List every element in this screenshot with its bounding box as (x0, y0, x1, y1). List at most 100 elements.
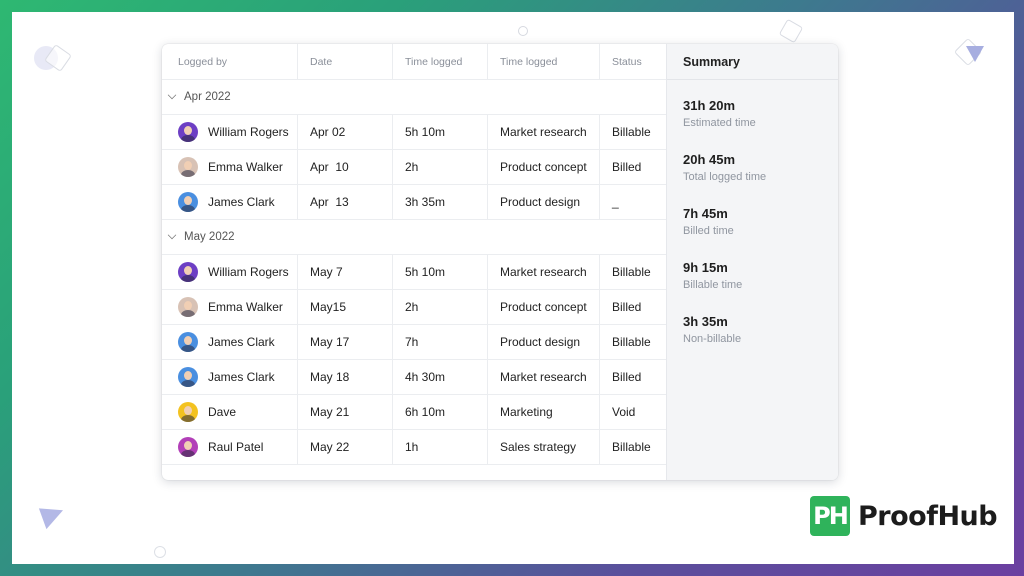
avatar (178, 157, 198, 177)
proofhub-logo-icon: PH (810, 496, 850, 536)
time-logged-cell: 3h 35m (393, 185, 488, 219)
summary-item: 9h 15m Billable time (667, 248, 838, 302)
logged-by-cell: Emma Walker (162, 150, 298, 184)
logged-by-cell: Raul Patel (162, 430, 298, 464)
table-row[interactable]: James Clark Apr 13 3h 35m Product design _ (162, 185, 666, 220)
user-name: William Rogers (208, 265, 289, 279)
summary-title: Summary (667, 44, 838, 80)
date-cell: May 17 (298, 325, 393, 359)
summary-list: 31h 20m Estimated time 20h 45m Total logged… (667, 80, 838, 356)
date-cell: May15 (298, 290, 393, 324)
user-name: William Rogers (208, 125, 289, 139)
table-row[interactable]: William Rogers May 7 5h 10m Market research… (162, 255, 666, 290)
logged-by-cell: William Rogers (162, 115, 298, 149)
time-logged-cell: 1h (393, 430, 488, 464)
summary-label: Billed time (683, 224, 734, 237)
date-cell: Apr 02 (298, 115, 393, 149)
summary-item: 3h 35m Non-billable (667, 302, 838, 356)
date-cell: May 21 (298, 395, 393, 429)
decorative-circle-bottom (154, 546, 166, 558)
summary-value: 20h 45m (683, 151, 736, 167)
table-row[interactable]: Dave May 21 6h 10m Marketing Void (162, 395, 666, 430)
user-name: Dave (208, 405, 237, 419)
group-label: Apr 2022 (184, 91, 231, 103)
table-header-row: Logged by Date Time logged Time logged S… (162, 44, 666, 80)
summary-value: 31h 20m (683, 97, 736, 113)
summary-label: Total logged time (683, 170, 767, 183)
logged-by-cell: William Rogers (162, 255, 298, 289)
column-header-time-logged[interactable]: Time logged (393, 44, 488, 79)
status-cell: Billable (612, 440, 651, 454)
status-cell: Billed (612, 300, 642, 314)
time-logged-cell: 5h 10m (393, 255, 488, 289)
user-name: Emma Walker (208, 300, 283, 314)
time-logged-cell: 2h (393, 150, 488, 184)
group-header[interactable]: Apr 2022 (162, 80, 666, 115)
time-logged-cell: 2h (393, 290, 488, 324)
brand-name: ProofHub (858, 500, 998, 532)
table-row[interactable]: James Clark May 17 7h Product design Billabl… (162, 325, 666, 360)
task-cell: Marketing (488, 395, 600, 429)
summary-label: Estimated time (683, 116, 756, 129)
summary-item: 20h 45m Total logged time (667, 140, 838, 194)
decorative-triangle-left (38, 500, 68, 530)
table-row[interactable]: James Clark May 18 4h 30m Market research Bi… (162, 360, 666, 395)
task-cell: Sales strategy (488, 430, 600, 464)
status-cell: Billed (612, 160, 642, 174)
timesheet-card: Logged by Date Time logged Time logged S… (162, 44, 838, 480)
column-header-task[interactable]: Time logged (488, 44, 600, 79)
task-cell: Market research (488, 255, 600, 289)
chevron-down-icon[interactable] (167, 90, 177, 100)
table-body: Apr 2022 William Rogers Apr 02 5h 10m Market… (162, 80, 666, 465)
table-row[interactable]: Raul Patel May 22 1h Sales strategy Billable (162, 430, 666, 465)
logged-by-cell: James Clark (162, 360, 298, 394)
group-label: May 2022 (184, 231, 235, 243)
brand-logo-lockup: PH ProofHub (810, 496, 998, 536)
user-name: Emma Walker (208, 160, 283, 174)
summary-label: Non-billable (683, 332, 742, 345)
user-name: James Clark (208, 335, 275, 349)
avatar (178, 297, 198, 317)
date-cell: Apr 13 (298, 185, 393, 219)
decorative-diamond (778, 18, 804, 44)
summary-value: 7h 45m (683, 205, 728, 221)
avatar (178, 192, 198, 212)
status-cell: Billed (612, 370, 642, 384)
user-name: James Clark (208, 370, 275, 384)
time-logged-cell: 4h 30m (393, 360, 488, 394)
column-header-status[interactable]: Status (600, 44, 666, 79)
avatar (178, 437, 198, 457)
table-row[interactable]: Emma Walker May15 2h Product concept Billed (162, 290, 666, 325)
time-logged-cell: 6h 10m (393, 395, 488, 429)
time-logged-cell: 5h 10m (393, 115, 488, 149)
time-log-table: Logged by Date Time logged Time logged S… (162, 44, 666, 480)
task-cell: Market research (488, 360, 600, 394)
logged-by-cell: James Clark (162, 325, 298, 359)
avatar (178, 367, 198, 387)
date-cell: Apr 10 (298, 150, 393, 184)
table-row[interactable]: Emma Walker Apr 10 2h Product concept Billed (162, 150, 666, 185)
table-row[interactable]: William Rogers Apr 02 5h 10m Market researc… (162, 115, 666, 150)
avatar (178, 402, 198, 422)
task-cell: Product concept (488, 290, 600, 324)
task-cell: Product concept (488, 150, 600, 184)
avatar (178, 122, 198, 142)
decorative-circle (518, 26, 528, 36)
task-cell: Product design (488, 185, 600, 219)
column-header-date[interactable]: Date (298, 44, 393, 79)
user-name: Raul Patel (208, 440, 264, 454)
chevron-down-icon[interactable] (167, 230, 177, 240)
user-name: James Clark (208, 195, 275, 209)
summary-label: Billable time (683, 278, 743, 291)
logged-by-cell: Emma Walker (162, 290, 298, 324)
avatar (178, 262, 198, 282)
time-logged-cell: 7h (393, 325, 488, 359)
task-cell: Product design (488, 325, 600, 359)
logged-by-cell: James Clark (162, 185, 298, 219)
column-header-logged-by[interactable]: Logged by (162, 44, 298, 79)
date-cell: May 7 (298, 255, 393, 289)
summary-item: 31h 20m Estimated time (667, 86, 838, 140)
status-cell: Void (612, 405, 636, 419)
logged-by-cell: Dave (162, 395, 298, 429)
group-header[interactable]: May 2022 (162, 220, 666, 255)
